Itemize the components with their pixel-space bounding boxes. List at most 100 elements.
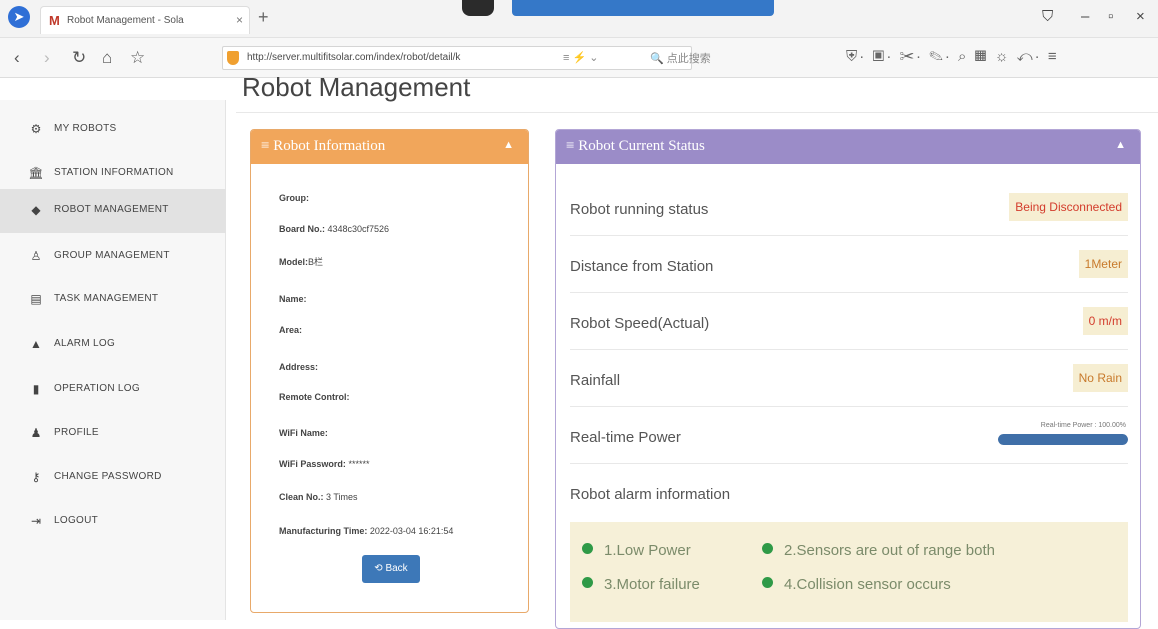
- sidebar: ⚙ MY ROBOTS 🏛 STATION INFORMATION ◆ ROBO…: [0, 100, 226, 620]
- power-progress-bar: [998, 434, 1128, 445]
- new-tab-icon[interactable]: +: [258, 7, 269, 28]
- sidebar-item-my-robots[interactable]: ⚙ MY ROBOTS: [0, 108, 226, 152]
- info-field-model: Model:B栏: [279, 257, 324, 267]
- robot-information-panel: ≡ Robot Information ▲ Group: Board No.: …: [250, 129, 529, 613]
- status-label: Robot running status: [570, 201, 709, 218]
- panel-header: ≡ Robot Information ▲: [251, 130, 528, 164]
- info-field-address: Address:: [279, 362, 319, 372]
- search-input[interactable]: 🔍 点此搜索: [650, 46, 840, 70]
- info-field-name: Name:: [279, 294, 307, 304]
- back-arrow-icon[interactable]: ‹: [14, 48, 20, 68]
- sidebar-item-label: OPERATION LOG: [54, 383, 140, 394]
- status-badge: Being Disconnected: [1009, 193, 1128, 221]
- status-row-rainfall: Rainfall No Rain: [570, 350, 1128, 407]
- status-label: Real-time Power: [570, 429, 681, 446]
- sidebar-item-label: ROBOT MANAGEMENT: [54, 204, 169, 215]
- sidebar-item-group-management[interactable]: ♙ GROUP MANAGEMENT: [0, 235, 226, 279]
- status-label: Robot alarm information: [570, 486, 731, 503]
- status-row-speed: Robot Speed(Actual) 0 m/m: [570, 293, 1128, 350]
- sidebar-item-label: LOGOUT: [54, 515, 99, 526]
- alarm-item: 1.Low Power: [582, 542, 691, 559]
- reload-icon[interactable]: ↻: [72, 48, 86, 68]
- sidebar-item-operation-log[interactable]: ▮ OPERATION LOG: [0, 368, 226, 412]
- collapse-icon[interactable]: ▲: [1115, 139, 1126, 151]
- search-icon: 🔍: [650, 53, 664, 65]
- sidebar-item-task-management[interactable]: ▤ TASK MANAGEMENT: [0, 278, 226, 322]
- sidebar-item-robot-management[interactable]: ◆ ROBOT MANAGEMENT: [0, 189, 226, 233]
- sidebar-item-label: GROUP MANAGEMENT: [54, 250, 170, 261]
- panel-title: ≡ Robot Information: [261, 138, 386, 154]
- panel-title: ≡ Robot Current Status: [566, 138, 705, 154]
- sidebar-item-change-password[interactable]: ⚷ CHANGE PASSWORD: [0, 456, 226, 500]
- status-label: Rainfall: [570, 372, 621, 389]
- panel-header: ≡ Robot Current Status ▲: [556, 130, 1140, 164]
- sidebar-item-logout[interactable]: ⇥ LOGOUT: [0, 500, 226, 544]
- back-button[interactable]: ⟲ Back: [362, 555, 420, 583]
- window-preview: [512, 0, 774, 16]
- browser-tab[interactable]: M Robot Management - Sola ×: [40, 6, 250, 34]
- info-field-wifi-name: WiFi Name:: [279, 428, 328, 438]
- task-icon: ▤: [30, 292, 42, 306]
- page-title: Robot Management: [242, 72, 471, 102]
- status-dot-icon: [582, 577, 593, 588]
- url-actions-icon[interactable]: ≡ ⚡ ⌄: [563, 51, 598, 64]
- info-field-wifi-password: WiFi Password: ******: [279, 459, 370, 469]
- status-row-running: Robot running status Being Disconnected: [570, 179, 1128, 236]
- sidebar-item-label: PROFILE: [54, 427, 99, 438]
- alarm-item: 2.Sensors are out of range both: [762, 542, 995, 559]
- info-field-clean-no: Clean No.: 3 Times: [279, 492, 358, 502]
- forward-arrow-icon[interactable]: ›: [44, 48, 50, 68]
- status-label: Robot Speed(Actual): [570, 315, 710, 332]
- star-icon[interactable]: ☆: [130, 48, 145, 68]
- status-badge: 0 m/m: [1082, 307, 1128, 335]
- logout-icon: ⇥: [30, 514, 42, 528]
- sidebar-item-label: MY ROBOTS: [54, 123, 117, 134]
- shirt-icon[interactable]: ⛉: [1042, 8, 1053, 25]
- sidebar-item-label: CHANGE PASSWORD: [54, 471, 162, 482]
- info-field-remote-control: Remote Control:: [279, 392, 350, 402]
- file-icon: ▮: [32, 382, 40, 396]
- tab-close-icon[interactable]: ×: [236, 13, 243, 27]
- browser-tab-bar: ➤ M Robot Management - Sola × + ⛉ – ▫ ×: [0, 0, 1158, 38]
- sidebar-item-profile[interactable]: ♟ PROFILE: [0, 412, 226, 456]
- sidebar-item-label: ALARM LOG: [54, 338, 116, 349]
- key-icon: ⚷: [31, 470, 41, 484]
- power-progress-fill: [998, 434, 1128, 445]
- tab-title: Robot Management - Sola: [67, 15, 184, 26]
- maximize-icon[interactable]: ▫: [1108, 8, 1113, 25]
- home-icon[interactable]: ⌂: [102, 48, 112, 68]
- title-divider: [236, 112, 1158, 113]
- url-text: http://server.multifitsolar.com/index/ro…: [247, 52, 461, 63]
- alarm-item: 3.Motor failure: [582, 576, 700, 593]
- power-percent-text: Real-time Power : 100.00%: [1040, 422, 1126, 429]
- status-label: Distance from Station: [570, 258, 714, 275]
- status-dot-icon: [762, 577, 773, 588]
- browser-address-bar: ‹ › ↻ ⌂ ☆ http://server.multifitsolar.co…: [0, 38, 1158, 78]
- warning-icon: ▲: [30, 337, 42, 351]
- status-row-power: Real-time Power Real-time Power : 100.00…: [570, 407, 1128, 464]
- toolbar-icons[interactable]: ⛨· ▣· ✂· ✎· ⌕ ▦ ☼ ↶· ≡: [846, 48, 1059, 65]
- alarm-item: 4.Collision sensor occurs: [762, 576, 951, 593]
- shield-icon: [227, 51, 239, 65]
- info-field-board-no: Board No.: 4348c30cf7526: [279, 224, 390, 234]
- sidebar-item-alarm-log[interactable]: ▲ ALARM LOG: [0, 323, 226, 367]
- user-icon: ♟: [30, 426, 42, 440]
- status-row-distance: Distance from Station 1Meter: [570, 236, 1128, 293]
- bank-icon: 🏛: [28, 166, 44, 180]
- status-row-alarm: Robot alarm information: [570, 464, 1128, 521]
- sitemap-icon: ♙: [30, 249, 42, 263]
- url-input[interactable]: http://server.multifitsolar.com/index/ro…: [222, 46, 692, 70]
- search-placeholder: 点此搜索: [666, 53, 711, 65]
- info-field-group: Group:: [279, 193, 309, 203]
- robot-status-panel: ≡ Robot Current Status ▲ Robot running s…: [555, 129, 1141, 629]
- status-dot-icon: [582, 543, 593, 554]
- browser-menu-icon[interactable]: ➤: [8, 6, 30, 28]
- sidebar-item-label: STATION INFORMATION: [54, 167, 174, 178]
- collapse-icon[interactable]: ▲: [503, 139, 514, 151]
- status-badge: No Rain: [1072, 364, 1128, 392]
- robots-icon: ⚙: [30, 122, 42, 136]
- alarm-list: 1.Low Power 2.Sensors are out of range b…: [570, 522, 1128, 622]
- close-window-icon[interactable]: ×: [1136, 8, 1145, 25]
- minimize-icon[interactable]: –: [1081, 8, 1089, 25]
- status-dot-icon: [762, 543, 773, 554]
